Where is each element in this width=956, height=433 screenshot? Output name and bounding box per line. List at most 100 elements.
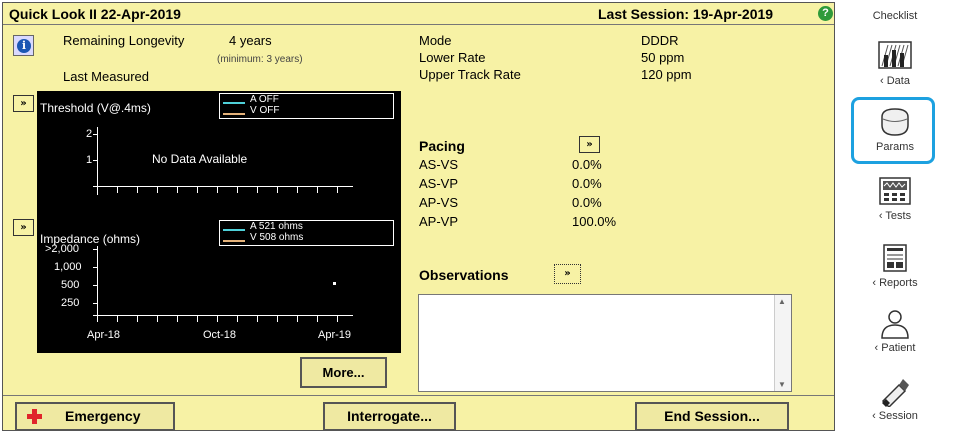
observations-textbox[interactable]: ▲ ▼	[418, 294, 792, 392]
x-tick-mark	[137, 315, 138, 322]
pacing-row-label: AS-VS	[419, 157, 459, 172]
scroll-down-icon[interactable]: ▼	[778, 380, 786, 389]
sidebar: Checklist ‹ Data Params ‹ Tests ‹ Report…	[836, 0, 956, 433]
threshold-x-axis	[93, 186, 353, 187]
x-tick-mark	[297, 186, 298, 193]
impedance-legend: A 521 ohms V 508 ohms	[219, 220, 394, 246]
setting-label: Upper Track Rate	[419, 67, 521, 82]
sidebar-item-reports[interactable]: ‹ Reports	[844, 239, 946, 293]
x-tick-mark	[337, 186, 338, 193]
series-v-swatch	[223, 240, 245, 242]
app-window: Quick Look II 22-Apr-2019 Last Session: …	[0, 0, 956, 433]
end-session-button[interactable]: End Session...	[635, 402, 789, 431]
longevity-value: 4 years	[229, 33, 272, 48]
x-tick-mark	[317, 315, 318, 322]
trend-charts-panel: Threshold (V@.4ms) A OFF V OFF 2 1 No Da…	[37, 91, 401, 353]
impedance-x-tick-label: Oct-18	[203, 329, 237, 341]
observations-scrollbar[interactable]: ▲ ▼	[774, 295, 791, 391]
impedance-y-tick-mark	[93, 267, 98, 268]
sidebar-item-label: Params	[876, 141, 914, 153]
sidebar-item-label: ‹ Reports	[872, 277, 918, 289]
threshold-expand-button[interactable]: »	[13, 95, 34, 112]
impedance-x-tick-label: Apr-18	[87, 329, 121, 341]
emergency-label: Emergency	[65, 408, 141, 424]
pacing-row-value: 0.0%	[572, 176, 602, 191]
more-button[interactable]: More...	[300, 357, 387, 388]
impedance-legend-a: A 521 ohms	[250, 221, 303, 232]
emergency-button[interactable]: Emergency	[15, 402, 175, 431]
x-tick-mark	[297, 315, 298, 322]
setting-value: 50 ppm	[641, 50, 685, 65]
sidebar-item-label: ‹ Data	[880, 75, 910, 87]
setting-label: Mode	[419, 33, 452, 48]
pacing-row-value: 0.0%	[572, 157, 602, 172]
x-tick-mark	[277, 315, 278, 322]
sidebar-item-tests[interactable]: ‹ Tests	[844, 172, 946, 226]
data-icon	[878, 41, 912, 69]
page-title: Quick Look II 22-Apr-2019	[9, 6, 181, 22]
impedance-y-tick: 500	[61, 279, 80, 291]
pacing-row-value: 0.0%	[572, 195, 602, 210]
x-tick-mark	[137, 186, 138, 193]
impedance-y-tick: >2,000	[45, 243, 79, 255]
x-tick-mark	[177, 315, 178, 322]
last-measured-label: Last Measured	[63, 69, 149, 84]
main-panel: Quick Look II 22-Apr-2019 Last Session: …	[2, 2, 835, 431]
longevity-label: Remaining Longevity	[63, 33, 185, 48]
impedance-legend-v: V 508 ohms	[250, 232, 304, 243]
series-a-swatch	[223, 229, 245, 231]
title-bar: Quick Look II 22-Apr-2019 Last Session: …	[3, 3, 834, 25]
bottom-action-bar: Emergency Interrogate... End Session...	[3, 395, 834, 431]
sidebar-item-label: Checklist	[872, 10, 918, 22]
setting-value: DDDR	[641, 33, 679, 48]
x-tick-mark	[177, 186, 178, 193]
pacing-title: Pacing	[419, 138, 465, 154]
impedance-data-point	[333, 282, 336, 285]
x-tick-mark	[237, 186, 238, 193]
x-tick-mark	[257, 186, 258, 193]
sidebar-item-patient[interactable]: ‹ Patient	[844, 305, 946, 359]
patient-icon	[881, 310, 909, 339]
no-data-message: No Data Available	[152, 152, 248, 166]
x-tick-mark	[337, 315, 338, 322]
threshold-y-axis	[97, 127, 98, 195]
setting-label: Lower Rate	[419, 50, 486, 65]
threshold-y-tick: 2	[86, 128, 93, 140]
scroll-up-icon[interactable]: ▲	[778, 297, 786, 306]
impedance-y-tick: 250	[61, 297, 80, 309]
sidebar-item-data[interactable]: ‹ Data	[844, 37, 946, 91]
impedance-x-axis	[93, 315, 353, 316]
impedance-x-tick-label: Apr-19	[318, 329, 352, 341]
threshold-chart-title: Threshold (V@.4ms)	[40, 101, 151, 115]
series-v-swatch	[223, 113, 245, 115]
impedance-y-tick-mark	[93, 285, 98, 286]
interrogate-button[interactable]: Interrogate...	[323, 402, 456, 431]
x-tick-mark	[237, 315, 238, 322]
impedance-y-axis	[97, 246, 98, 322]
threshold-y-tick-mark	[93, 134, 98, 135]
help-circle-icon[interactable]: ?	[818, 6, 833, 21]
pacing-expand-button[interactable]: »	[579, 136, 600, 153]
threshold-legend-v: V OFF	[250, 105, 280, 116]
impedance-y-tick: 1,000	[54, 261, 82, 273]
impedance-expand-button[interactable]: »	[13, 219, 34, 236]
pacing-row-label: AS-VP	[419, 176, 459, 191]
sidebar-item-label: ‹ Tests	[878, 210, 912, 222]
x-tick-mark	[157, 315, 158, 322]
threshold-legend-a: A OFF	[250, 94, 279, 105]
params-icon	[881, 108, 909, 136]
sidebar-item-checklist[interactable]: Checklist	[844, 0, 946, 28]
x-tick-mark	[157, 186, 158, 193]
series-a-swatch	[223, 102, 245, 104]
reports-icon	[883, 244, 907, 272]
sidebar-item-label: ‹ Session	[872, 410, 918, 422]
longevity-minimum: (minimum: 3 years)	[217, 54, 303, 65]
x-tick-mark	[117, 186, 118, 193]
sidebar-item-session[interactable]: ‹ Session	[844, 373, 946, 427]
x-tick-mark	[197, 315, 198, 322]
sidebar-item-params[interactable]: Params	[844, 103, 946, 157]
info-icon[interactable]: i	[13, 35, 34, 56]
x-tick-mark	[217, 315, 218, 322]
setting-value: 120 ppm	[641, 67, 692, 82]
observations-expand-button[interactable]: »	[554, 264, 581, 284]
